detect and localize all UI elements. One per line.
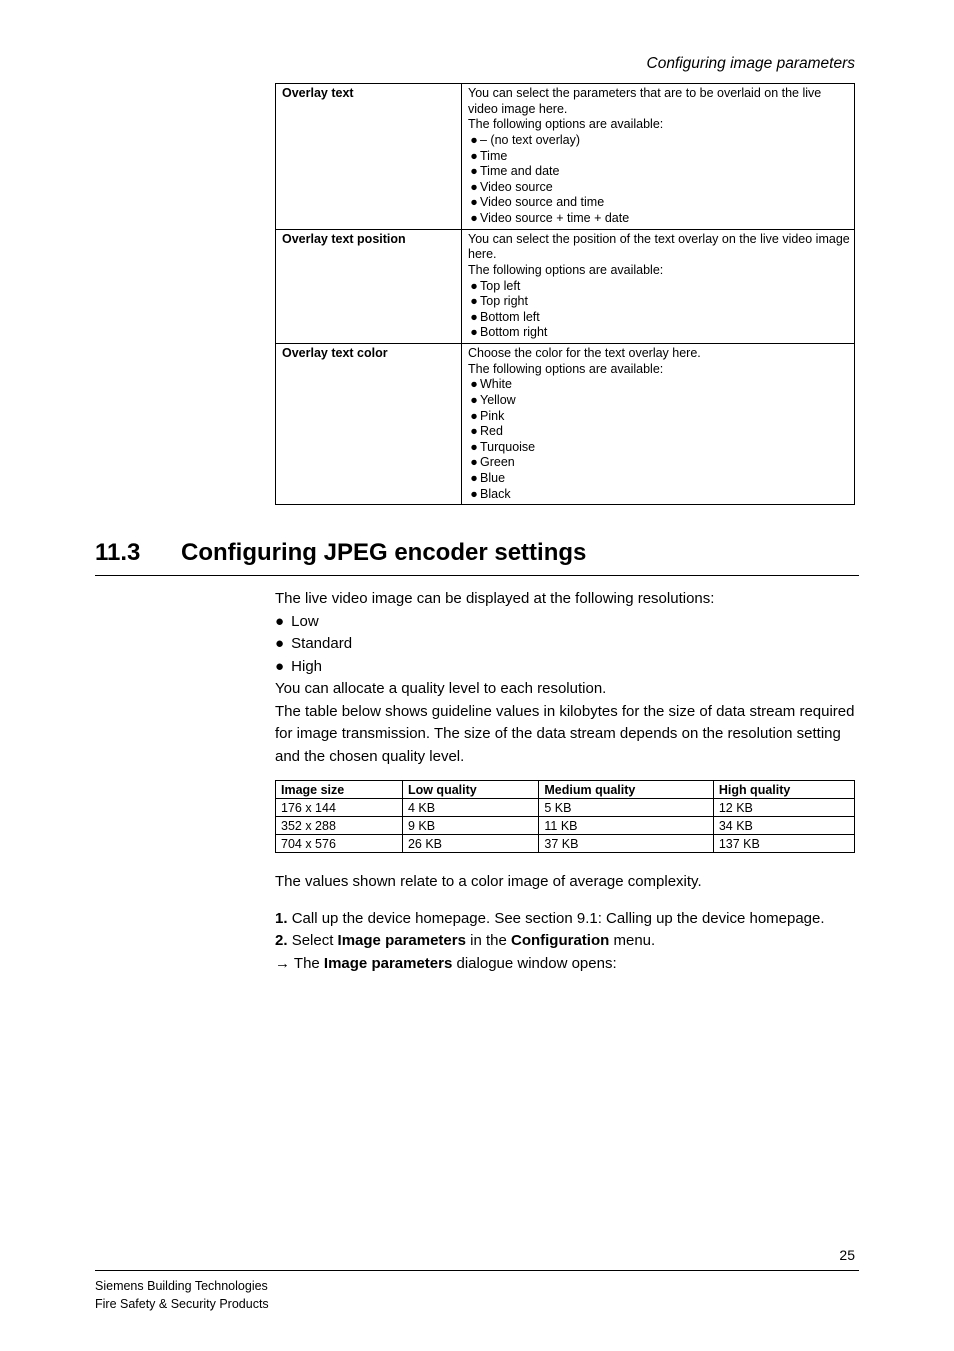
r0-i2: Time and date bbox=[480, 164, 559, 178]
page-footer: 25 Siemens Building Technologies Fire Sa… bbox=[95, 1270, 859, 1313]
section-rule bbox=[95, 575, 859, 576]
c03: 12 KB bbox=[713, 799, 854, 817]
step-3: → The Image parameters dialogue window o… bbox=[275, 953, 859, 976]
r2-i5: Green bbox=[480, 455, 515, 469]
row1-label: Overlay text position bbox=[276, 229, 462, 343]
r1-i0: Top left bbox=[480, 279, 520, 293]
c21: 26 KB bbox=[402, 835, 538, 853]
page-header-italic: Configuring image parameters bbox=[95, 55, 859, 73]
c22: 37 KB bbox=[539, 835, 713, 853]
row0-optslabel: The following options are available: bbox=[468, 117, 663, 131]
row1-optslabel: The following options are available: bbox=[468, 263, 663, 277]
para-2: You can allocate a quality level to each… bbox=[275, 678, 859, 701]
r2-i6: Blue bbox=[480, 471, 505, 485]
footer-line-2: Fire Safety & Security Products bbox=[95, 1295, 859, 1313]
r2-i3: Red bbox=[480, 424, 503, 438]
para-1: The live video image can be displayed at… bbox=[275, 588, 859, 611]
after-p1: The values shown relate to a color image… bbox=[275, 871, 859, 894]
c00: 176 x 144 bbox=[276, 799, 403, 817]
r2-i4: Turquoise bbox=[480, 440, 535, 454]
r2-i0: White bbox=[480, 377, 512, 391]
page-number: 25 bbox=[839, 1247, 855, 1263]
c01: 4 KB bbox=[402, 799, 538, 817]
row0-intro: You can select the parameters that are t… bbox=[468, 86, 821, 116]
r0-i5: Video source + time + date bbox=[480, 211, 629, 225]
bi1: Standard bbox=[291, 635, 352, 652]
section-title: Configuring JPEG encoder settings bbox=[181, 539, 586, 567]
c13: 34 KB bbox=[713, 817, 854, 835]
step-2: 2. Select Image parameters in the Config… bbox=[275, 930, 859, 953]
r1-i1: Top right bbox=[480, 294, 528, 308]
r2-i1: Yellow bbox=[480, 393, 516, 407]
th0: Image size bbox=[276, 781, 403, 799]
r0-i4: Video source and time bbox=[480, 195, 604, 209]
r0-i1: Time bbox=[480, 149, 507, 163]
c20: 704 x 576 bbox=[276, 835, 403, 853]
bi0: Low bbox=[291, 613, 319, 630]
section-number: 11.3 bbox=[95, 539, 181, 567]
c11: 9 KB bbox=[402, 817, 538, 835]
row1-intro: You can select the position of the text … bbox=[468, 232, 850, 262]
r0-i3: Video source bbox=[480, 180, 553, 194]
overlay-params-table: Overlay text You can select the paramete… bbox=[275, 83, 855, 505]
c10: 352 x 288 bbox=[276, 817, 403, 835]
quality-sizes-table: Image size Low quality Medium quality Hi… bbox=[275, 780, 855, 853]
row2-intro: Choose the color for the text overlay he… bbox=[468, 346, 701, 360]
row2-optslabel: The following options are available: bbox=[468, 362, 663, 376]
row2-label: Overlay text color bbox=[276, 344, 462, 505]
para-3: The table below shows guideline values i… bbox=[275, 701, 859, 769]
c12: 11 KB bbox=[539, 817, 713, 835]
th2: Medium quality bbox=[539, 781, 713, 799]
row0-label: Overlay text bbox=[276, 84, 462, 230]
r1-i3: Bottom right bbox=[480, 325, 547, 339]
footer-line-1: Siemens Building Technologies bbox=[95, 1277, 859, 1295]
r1-i2: Bottom left bbox=[480, 310, 540, 324]
c23: 137 KB bbox=[713, 835, 854, 853]
bi2: High bbox=[291, 658, 322, 675]
c02: 5 KB bbox=[539, 799, 713, 817]
r2-i7: Black bbox=[480, 487, 511, 501]
th3: High quality bbox=[713, 781, 854, 799]
step-1: 1. Call up the device homepage. See sect… bbox=[275, 908, 859, 931]
r2-i2: Pink bbox=[480, 409, 504, 423]
th1: Low quality bbox=[402, 781, 538, 799]
r0-i0: – (no text overlay) bbox=[480, 133, 580, 147]
